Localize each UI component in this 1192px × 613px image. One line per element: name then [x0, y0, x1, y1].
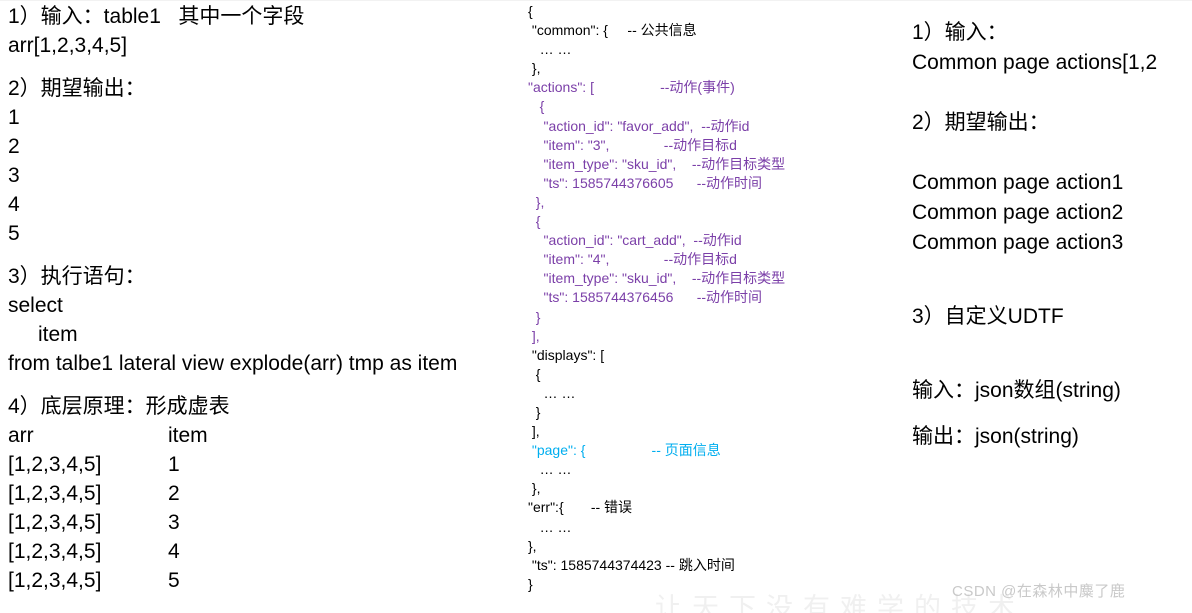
json-line-page: "page": { -- 页面信息	[528, 442, 721, 459]
table-row: [1,2,3,4,5] 3	[8, 508, 536, 537]
json-line: },	[528, 537, 537, 554]
left-section3-title: 3）执行语句：	[8, 265, 146, 288]
json-line: "item": "3", --动作目标d	[528, 136, 737, 153]
left-section2-title: 2）期望输出：	[8, 77, 146, 100]
json-line: "ts": 1585744374423 -- 跳入时间	[528, 556, 735, 573]
right-section2-title: 2）期望输出：	[912, 111, 1050, 134]
json-line: {	[528, 98, 545, 115]
right-output-line-3: Common page action3	[912, 231, 1124, 254]
json-line: … …	[528, 518, 572, 535]
table-header-item: item	[168, 424, 208, 447]
left-section1-title: 1）输入：table1 其中一个字段	[8, 5, 305, 28]
json-line: "action_id": "favor_add", --动作id	[528, 117, 750, 134]
table-header-arr: arr	[8, 424, 34, 447]
csdn-watermark: CSDN @在森林中麋了鹿	[952, 583, 1126, 600]
table-row: [1,2,3,4,5] 4	[8, 537, 536, 566]
top-border	[0, 0, 1192, 1]
right-column: 1）输入： Common page actions[1,2 2）期望输出： Co…	[912, 2, 1192, 452]
expected-output-value-2: 2	[8, 135, 20, 158]
sql-line-from: from talbe1 lateral view explode(arr) tm…	[8, 352, 458, 375]
spacer-r4	[912, 332, 1192, 376]
spacer-r3	[912, 258, 1192, 302]
spacer-r5	[912, 406, 1192, 422]
json-sample-block: { "common": { -- 公共信息 … … }, "actions": …	[528, 2, 898, 594]
right-section1-title: 1）输入：	[912, 21, 1008, 44]
json-line: … …	[528, 461, 572, 478]
table-row: [1,2,3,4,5] 5	[8, 566, 536, 595]
right-output-line-1: Common page action1	[912, 171, 1124, 194]
sql-line-select: select	[8, 294, 63, 317]
json-line: … …	[528, 384, 576, 401]
table-cell-arr: [1,2,3,4,5]	[8, 482, 102, 505]
spacer-r2	[912, 138, 1192, 168]
left-section4-title: 4）底层原理：形成虚表	[8, 395, 230, 418]
json-line: "action_id": "cart_add", --动作id	[528, 232, 742, 249]
json-line: {	[528, 213, 541, 230]
table-row: [1,2,3,4,5] 1	[8, 450, 536, 479]
table-cell-arr: [1,2,3,4,5]	[8, 540, 102, 563]
right-section1-body: Common page actions[1,2	[912, 51, 1158, 74]
json-line: }	[528, 308, 541, 325]
sql-line-item: item	[38, 323, 78, 346]
table-cell-arr: [1,2,3,4,5]	[8, 453, 102, 476]
table-cell-arr: [1,2,3,4,5]	[8, 511, 102, 534]
json-line: ],	[528, 423, 540, 440]
expected-output-value-1: 1	[8, 106, 20, 129]
table-cell-item: 4	[168, 540, 180, 563]
table-cell-item: 2	[168, 482, 180, 505]
json-line: },	[528, 193, 545, 210]
json-line: }	[528, 403, 541, 420]
spacer-r1	[912, 78, 1192, 108]
json-line: "displays": [	[528, 346, 605, 363]
expected-output-value-5: 5	[8, 222, 20, 245]
table-header-row: arr item	[8, 421, 536, 450]
json-line: "item_type": "sku_id", --动作目标类型	[528, 270, 786, 287]
json-line: … …	[528, 41, 572, 58]
json-line: },	[528, 60, 541, 77]
right-output-line-2: Common page action2	[912, 201, 1124, 224]
json-line: },	[528, 480, 541, 497]
json-line: ],	[528, 327, 540, 344]
json-line: "actions": [ --动作(事件)	[528, 79, 735, 96]
screenshot-canvas: 1）输入：table1 其中一个字段 arr[1,2,3,4,5] 2）期望输出…	[0, 0, 1192, 613]
json-line: {	[528, 3, 533, 19]
json-line: "ts": 1585744376456 --动作时间	[528, 289, 763, 306]
table-cell-item: 3	[168, 511, 180, 534]
udtf-output-spec: 输出：json(string)	[912, 425, 1079, 448]
table-cell-item: 5	[168, 569, 180, 592]
json-line: "ts": 1585744376605 --动作时间	[528, 174, 763, 191]
virtual-table: arr item [1,2,3,4,5] 1 [1,2,3,4,5] 2 [1,…	[8, 421, 536, 595]
json-line: "err":{ -- 错误	[528, 499, 633, 516]
json-line: "item": "4", --动作目标d	[528, 251, 737, 268]
left-column: 1）输入：table1 其中一个字段 arr[1,2,3,4,5] 2）期望输出…	[8, 2, 536, 595]
udtf-input-spec: 输入：json数组(string)	[912, 379, 1121, 402]
spacer-r0	[912, 2, 1192, 18]
right-section3-title: 3）自定义UDTF	[912, 305, 1064, 328]
table-cell-arr: [1,2,3,4,5]	[8, 569, 102, 592]
json-line: "item_type": "sku_id", --动作目标类型	[528, 155, 786, 172]
table-cell-item: 1	[168, 453, 180, 476]
expected-output-value-4: 4	[8, 193, 20, 216]
table-row: [1,2,3,4,5] 2	[8, 479, 536, 508]
expected-output-value-3: 3	[8, 164, 20, 187]
left-section1-body: arr[1,2,3,4,5]	[8, 34, 128, 57]
json-line: {	[528, 365, 541, 382]
json-line: "common": { -- 公共信息	[528, 22, 697, 39]
